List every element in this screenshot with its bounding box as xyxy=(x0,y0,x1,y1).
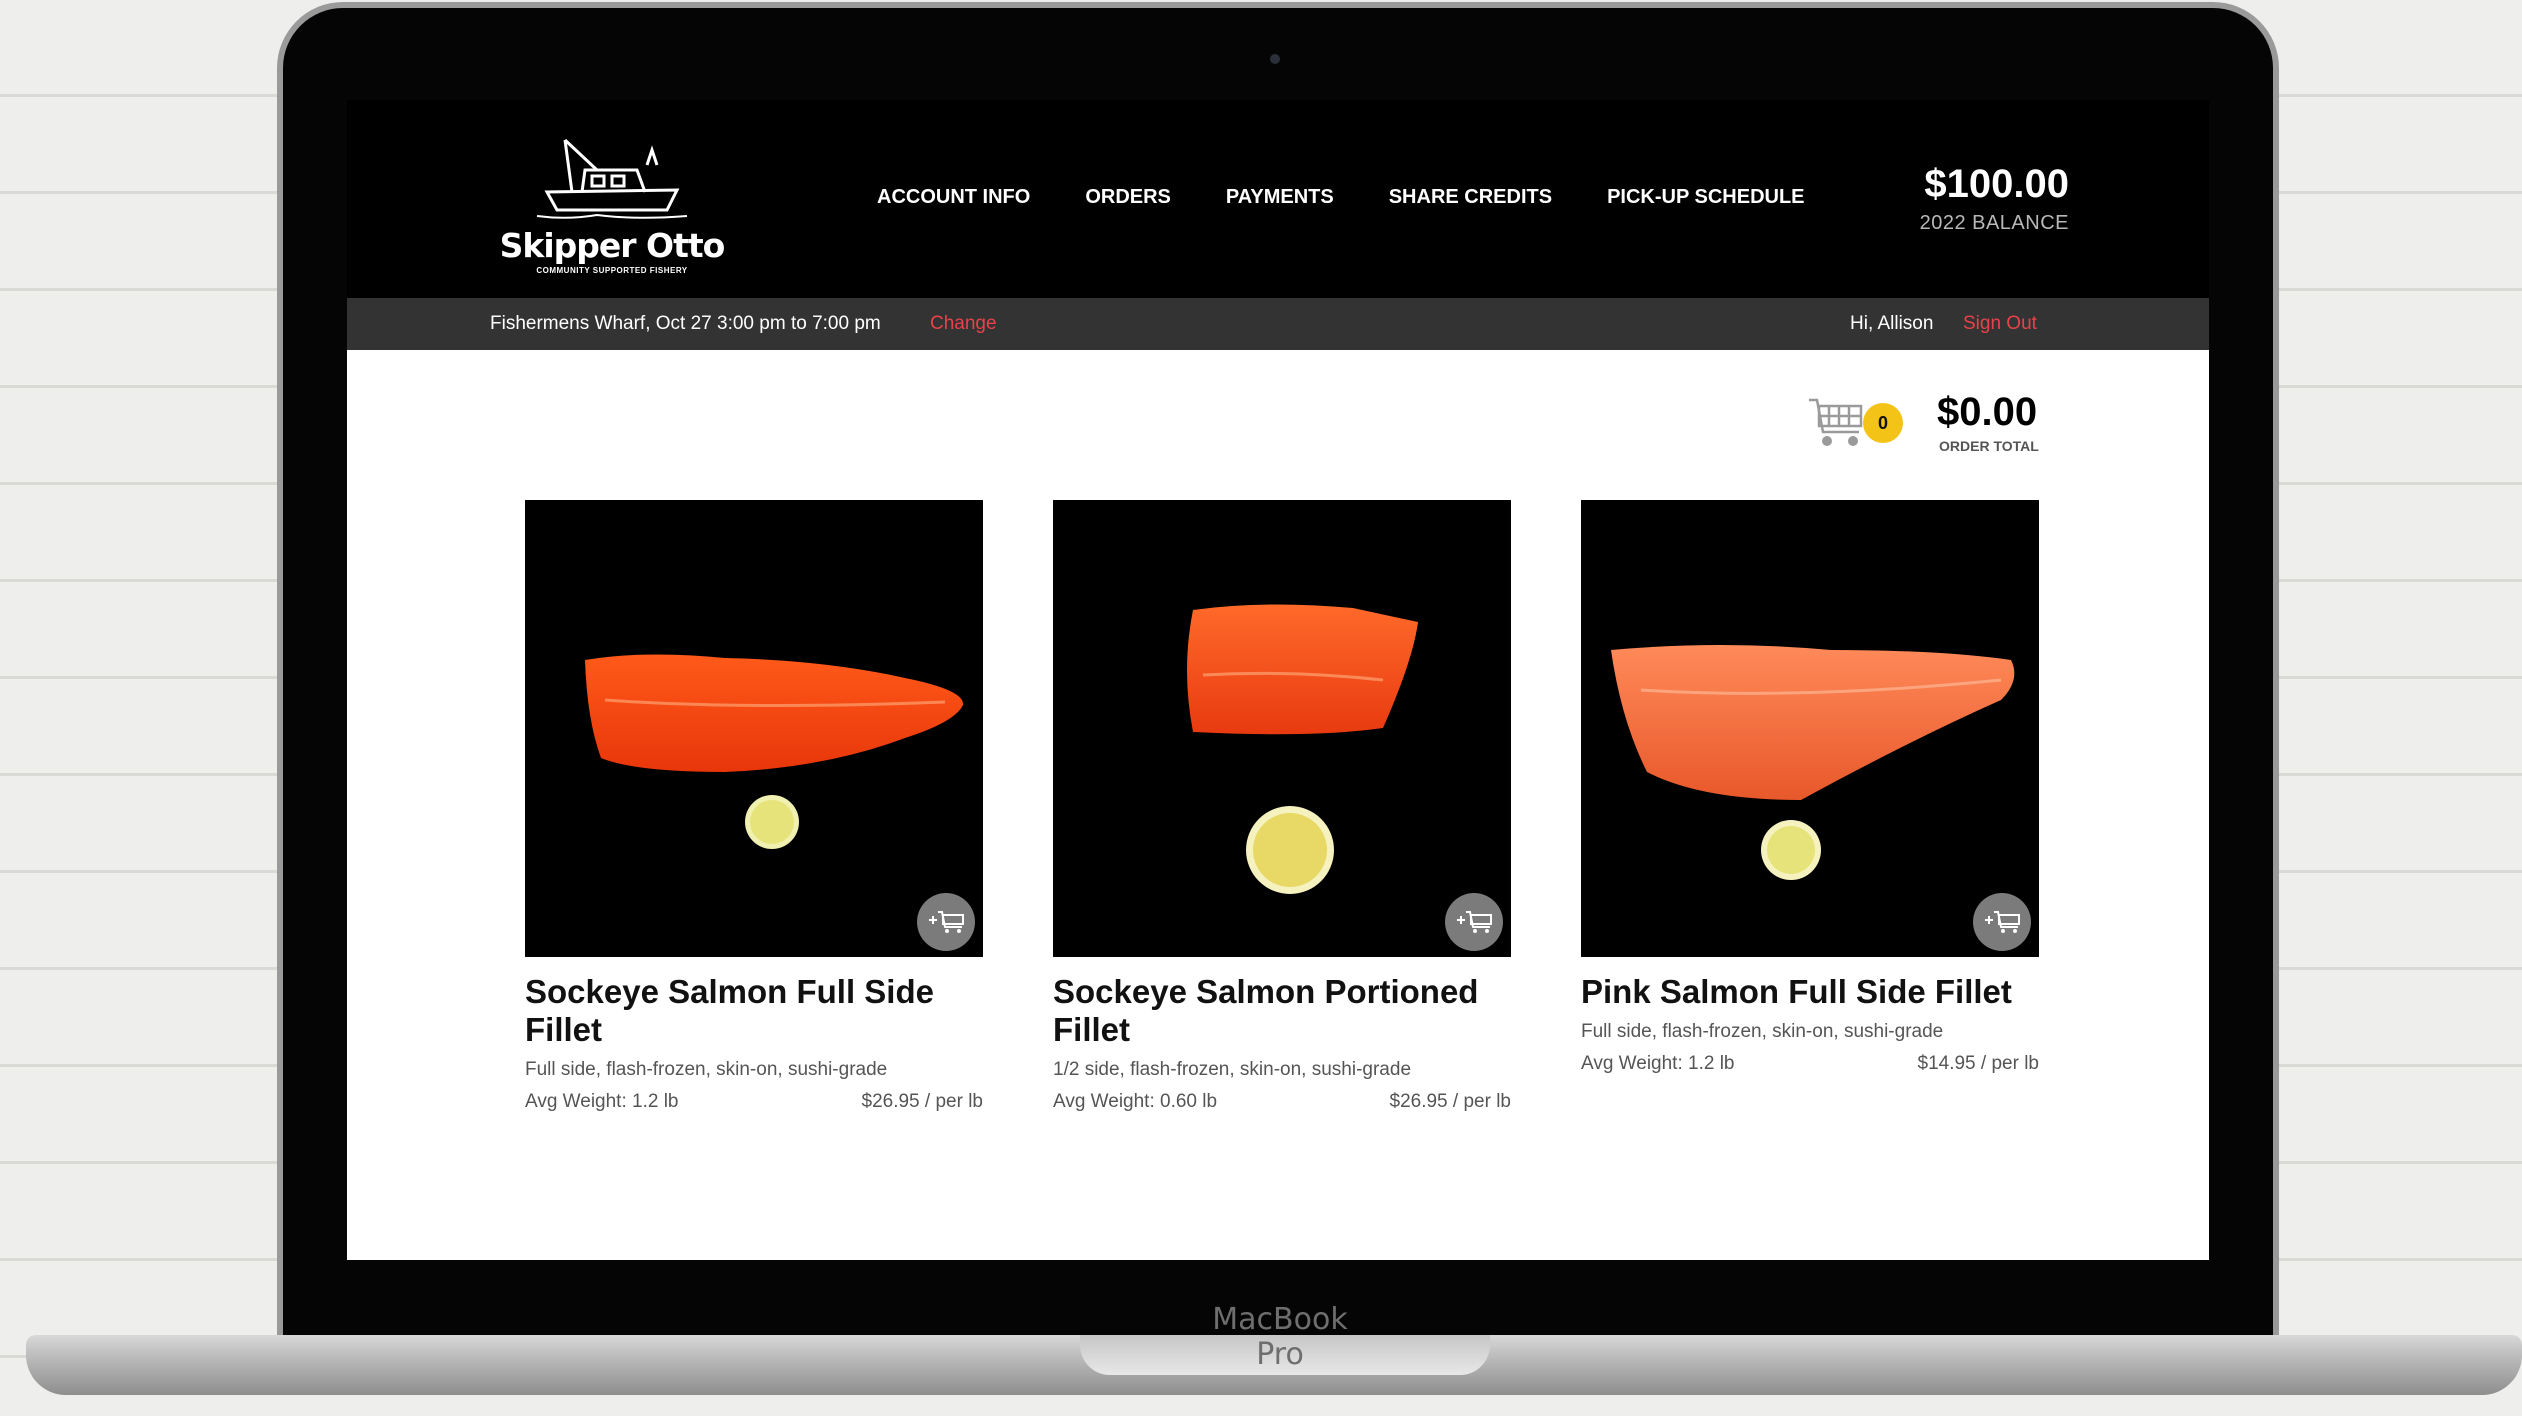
nav-account-info[interactable]: ACCOUNT INFO xyxy=(877,186,1030,209)
change-pickup-link[interactable]: Change xyxy=(930,313,997,335)
salmon-fillet-image xyxy=(585,654,964,849)
product-title[interactable]: Sockeye Salmon Full Side Fillet xyxy=(525,973,983,1049)
product-price: $26.95 / per lb xyxy=(861,1091,983,1112)
cart-count-badge: 0 xyxy=(1863,403,1903,443)
product-meta: Avg Weight: 1.2 lb $26.95 / per lb xyxy=(525,1091,983,1113)
pink-full-side-image[interactable] xyxy=(1581,500,2039,957)
cart-icon[interactable] xyxy=(1807,394,1867,450)
sign-out-link[interactable]: Sign Out xyxy=(1963,313,2037,335)
order-total-amount: $0.00 xyxy=(1937,390,2038,434)
salmon-fillet-image xyxy=(1187,604,1418,894)
nav-pickup-schedule[interactable]: PICK-UP SCHEDULE xyxy=(1607,186,1804,209)
main-nav: ACCOUNT INFO ORDERS PAYMENTS SHARE CREDI… xyxy=(877,186,1805,209)
product-avg-weight: Avg Weight: 0.60 lb xyxy=(1053,1091,1218,1112)
nav-orders[interactable]: ORDERS xyxy=(1085,186,1171,209)
brand-tagline: COMMUNITY SUPPORTED FISHERY xyxy=(536,266,688,275)
add-cart-icon xyxy=(1985,911,2020,933)
product-description: 1/2 side, flash-frozen, skin-on, sushi-g… xyxy=(1053,1059,1412,1080)
screen: Skipper Otto COMMUNITY SUPPORTED FISHERY… xyxy=(347,100,2209,1260)
product-grid: Sockeye Salmon Full Side Fillet Full sid… xyxy=(525,500,2039,1113)
salmon-fillet-image xyxy=(1611,645,2015,880)
device-label: MacBook Pro xyxy=(1212,1302,1348,1372)
product-description: Full side, flash-frozen, skin-on, sushi-… xyxy=(1581,1021,1944,1042)
product-avg-weight: Avg Weight: 1.2 lb xyxy=(1581,1053,1735,1074)
product-card[interactable]: Sockeye Salmon Full Side Fillet Full sid… xyxy=(525,500,983,1113)
product-card[interactable]: Pink Salmon Full Side Fillet Full side, … xyxy=(1581,500,2039,1113)
nav-share-credits[interactable]: SHARE CREDITS xyxy=(1389,186,1552,209)
brand-name: Skipper Otto xyxy=(499,226,726,265)
add-to-cart-button[interactable] xyxy=(1445,893,1503,951)
product-avg-weight: Avg Weight: 1.2 lb xyxy=(525,1091,679,1112)
add-to-cart-button[interactable] xyxy=(917,893,975,951)
nav-payments[interactable]: PAYMENTS xyxy=(1226,186,1334,209)
pickup-location: Fishermens Wharf, Oct 27 3:00 pm to 7:00… xyxy=(490,313,881,334)
header: Skipper Otto COMMUNITY SUPPORTED FISHERY… xyxy=(347,100,2209,298)
product-meta: Avg Weight: 1.2 lb $14.95 / per lb xyxy=(1581,1053,2039,1075)
balance-amount: $100.00 xyxy=(1924,162,2069,206)
add-to-cart-button[interactable] xyxy=(1973,893,2031,951)
brand-logo[interactable]: Skipper Otto COMMUNITY SUPPORTED FISHERY xyxy=(497,120,727,280)
product-price: $26.95 / per lb xyxy=(1389,1091,1511,1112)
sockeye-portioned-image[interactable] xyxy=(1053,500,1511,957)
camera-icon xyxy=(1270,54,1280,64)
product-meta: Avg Weight: 0.60 lb $26.95 / per lb xyxy=(1053,1091,1511,1113)
product-title[interactable]: Sockeye Salmon Portioned Fillet xyxy=(1053,973,1511,1049)
balance-label: 2022 BALANCE xyxy=(1919,212,2069,234)
product-description: Full side, flash-frozen, skin-on, sushi-… xyxy=(525,1059,888,1080)
add-cart-icon xyxy=(1457,911,1492,933)
product-price: $14.95 / per lb xyxy=(1917,1053,2039,1074)
user-greeting: Hi, Allison xyxy=(1850,313,1934,334)
sockeye-full-side-image[interactable] xyxy=(525,500,983,957)
product-title[interactable]: Pink Salmon Full Side Fillet xyxy=(1581,973,2039,1011)
boat-icon xyxy=(536,138,688,219)
add-cart-icon xyxy=(929,911,964,933)
order-total-label: ORDER TOTAL xyxy=(1939,438,2039,454)
product-card[interactable]: Sockeye Salmon Portioned Fillet 1/2 side… xyxy=(1053,500,1511,1113)
pickup-info-bar: Fishermens Wharf, Oct 27 3:00 pm to 7:00… xyxy=(347,298,2209,350)
